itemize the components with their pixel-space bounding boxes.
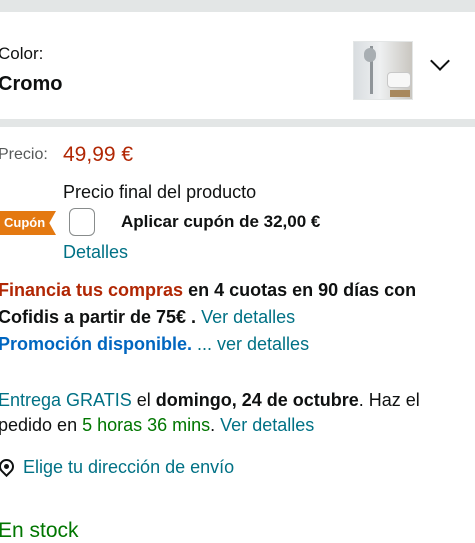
free-delivery-link[interactable]: Entrega GRATIS [0, 390, 132, 410]
color-swatch-thumbnail[interactable] [353, 41, 413, 100]
promotion-available-link[interactable]: Promoción disponible. [0, 334, 192, 354]
finance-cofidis: Cofidis a partir de 75€ . [0, 307, 197, 327]
promotion-line: Promoción disponible. ... ver detalles [0, 334, 309, 355]
coupon-apply-text[interactable]: Aplicar cupón de 32,00 € [121, 212, 320, 232]
bathtub [387, 72, 411, 88]
delivery-details-link[interactable]: Ver detalles [215, 415, 314, 435]
finance-highlight: Financia tus compras [0, 280, 184, 300]
finance-line-1: Financia tus compras en 4 cuotas en 90 d… [0, 280, 416, 301]
delivery-line-2: pedido en 5 horas 36 mins. Ver detalles [0, 415, 314, 436]
color-selected-value[interactable]: Cromo [0, 73, 62, 96]
shower-head [364, 48, 376, 62]
delivery-el: el [131, 390, 156, 410]
finance-text: en 4 cuotas en 90 días con [183, 280, 417, 300]
color-label: Color: [0, 44, 44, 63]
choose-address-link[interactable]: Elige tu dirección de envío [23, 457, 234, 478]
delivery-countdown: 5 horas 36 mins [82, 415, 211, 435]
price-label: Precio: [0, 146, 48, 163]
coupon-details-link[interactable]: Detalles [63, 242, 128, 263]
floor [390, 90, 410, 97]
price-value: 49,99 € [63, 143, 134, 166]
delivery-line-1: Entrega GRATIS el domingo, 24 de octubre… [0, 390, 420, 411]
delivery-haz-el: . Haz el [358, 390, 420, 410]
finance-line-2: Cofidis a partir de 75€ . Ver detalles [0, 307, 295, 328]
chevron-down-icon[interactable] [430, 51, 450, 71]
final-price-note: Precio final del producto [63, 182, 257, 202]
delivery-pedido-en: pedido en [0, 415, 83, 435]
coupon-badge: Cupón [0, 211, 56, 235]
coupon-checkbox[interactable] [69, 208, 95, 236]
location-pin-icon[interactable] [0, 455, 18, 478]
delivery-date: domingo, 24 de octubre [155, 390, 359, 410]
promotion-details-link[interactable]: ... ver detalles [192, 334, 309, 354]
finance-details-link[interactable]: Ver detalles [196, 307, 295, 327]
section-divider [0, 119, 475, 127]
stock-status: En stock [0, 519, 79, 542]
top-divider [0, 0, 475, 12]
